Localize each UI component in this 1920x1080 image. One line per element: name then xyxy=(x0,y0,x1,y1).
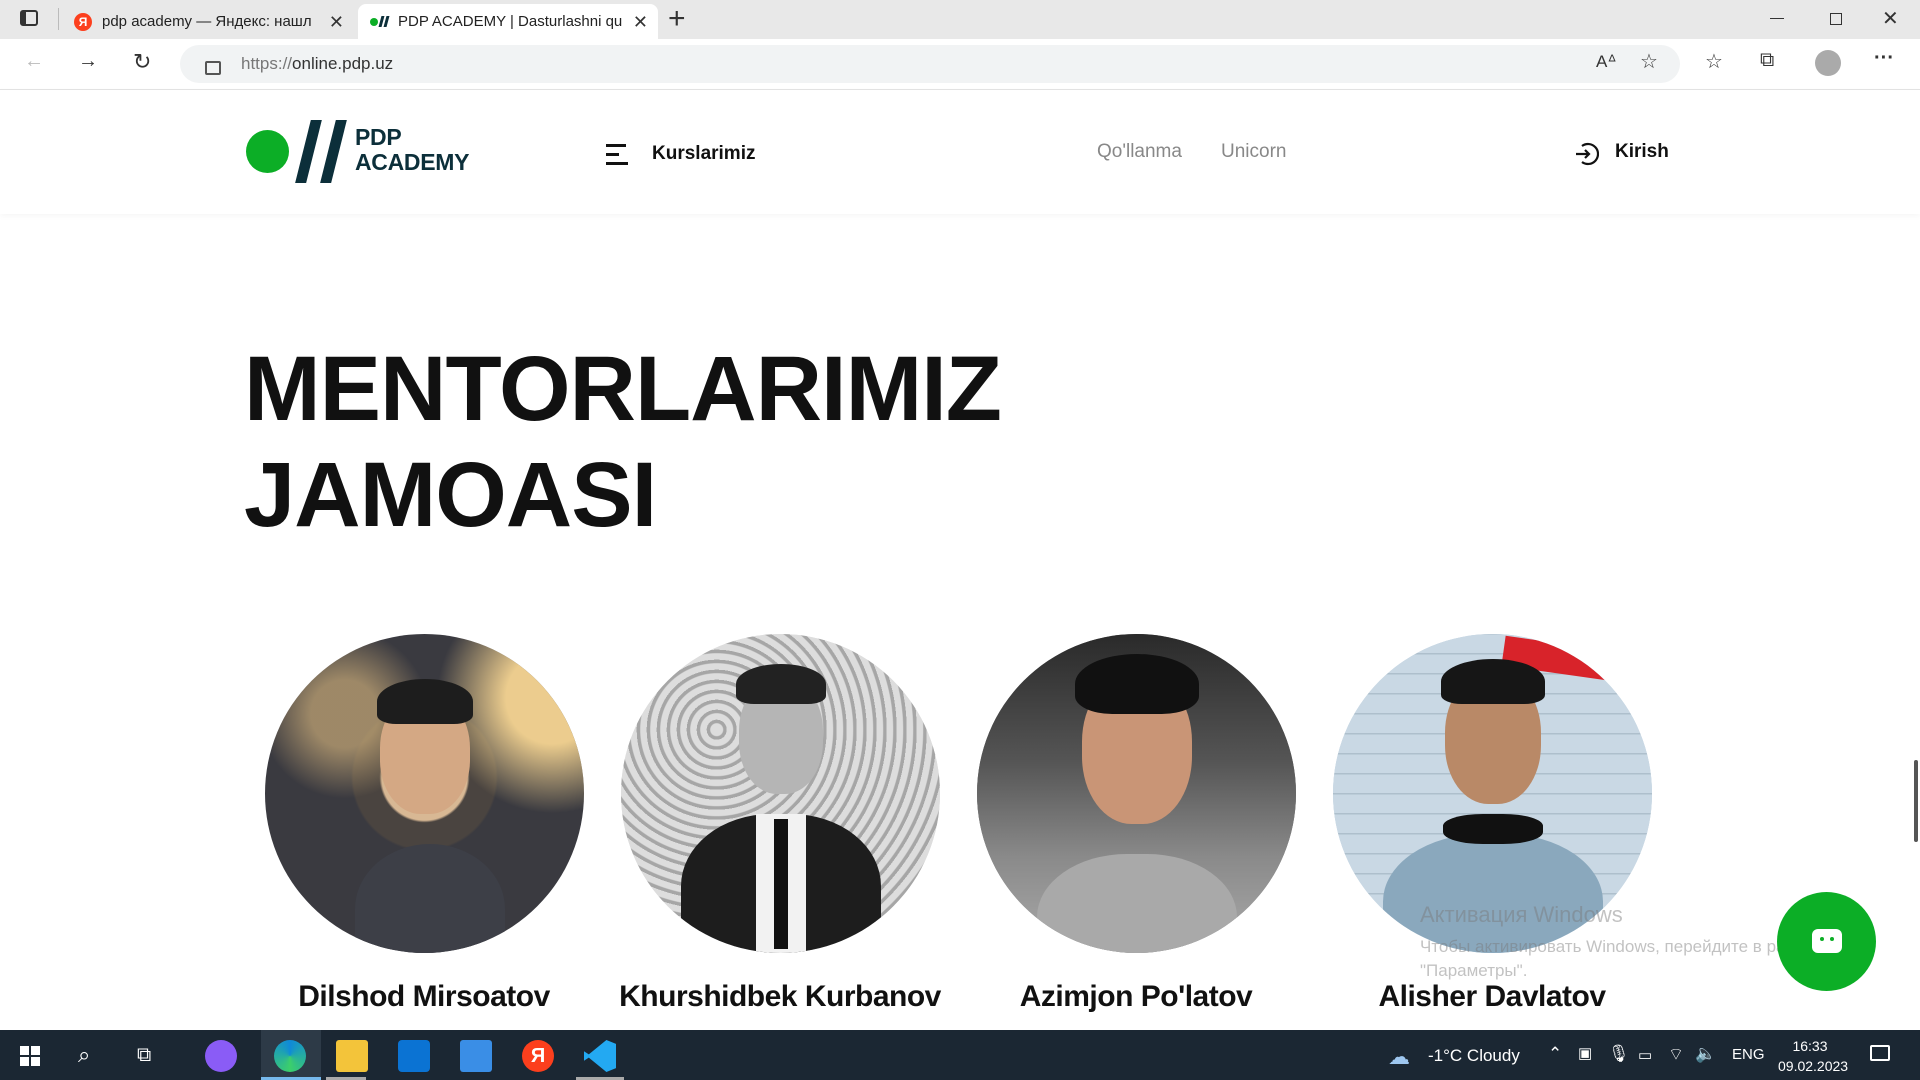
nav-unicorn-link[interactable]: Unicorn xyxy=(1221,141,1286,163)
tab-yandex[interactable]: Я pdp academy — Яндекс: нашлос ✕ xyxy=(62,4,354,39)
logo-dot[interactable] xyxy=(246,130,289,173)
yandex-browser-icon[interactable]: Я xyxy=(522,1040,554,1072)
file-explorer-icon[interactable] xyxy=(336,1040,368,1072)
url-host: online.pdp.uz xyxy=(292,54,394,73)
weather-text[interactable]: -1°C Cloudy xyxy=(1428,1046,1520,1066)
tray-chevron-icon[interactable]: ⌃ xyxy=(1548,1044,1562,1064)
login-button[interactable]: Kirish xyxy=(1615,141,1669,163)
chat-icon xyxy=(1812,929,1842,953)
restore-icon[interactable] xyxy=(1830,13,1842,25)
wifi-icon[interactable]: ⌔ xyxy=(1668,1044,1684,1065)
mentor-name: Alisher Davlatov xyxy=(1378,980,1606,1013)
task-view-icon[interactable]: ⧉ xyxy=(137,1044,151,1067)
cloud-icon[interactable]: ☁ xyxy=(1388,1044,1410,1070)
collections-icon[interactable]: ⧉ xyxy=(1760,49,1774,72)
edge-icon[interactable] xyxy=(274,1040,306,1072)
activation-watermark-title: Активация Windows xyxy=(1420,902,1623,927)
lock-icon[interactable] xyxy=(205,61,221,75)
minimize-icon[interactable] xyxy=(1770,18,1784,19)
section-title-line1: MENTORLARIMIZ xyxy=(244,338,1002,440)
forward-icon[interactable]: → xyxy=(78,50,98,73)
mail-icon[interactable] xyxy=(460,1040,492,1072)
tab-actions-icon[interactable] xyxy=(20,10,38,26)
tab-divider xyxy=(58,8,59,30)
courses-menu[interactable]: Kurslarimiz xyxy=(652,143,755,165)
close-icon[interactable]: ✕ xyxy=(329,12,344,33)
volume-icon[interactable]: 🔈 xyxy=(1695,1044,1716,1064)
pdp-favicon xyxy=(370,16,390,27)
login-icon[interactable] xyxy=(1573,141,1599,167)
clock-time: 16:33 xyxy=(1792,1038,1828,1054)
address-bar[interactable] xyxy=(180,45,1680,83)
meet-icon[interactable]: ▣ xyxy=(1578,1044,1592,1062)
tab-pdp[interactable]: PDP ACADEMY | Dasturlashni qu ✕ xyxy=(358,4,658,39)
read-aloud-icon[interactable]: Aᐞ xyxy=(1596,52,1617,72)
nav-guide-link[interactable]: Qo'llanma xyxy=(1097,141,1182,163)
section-title: MENTORLARIMIZ JAMOASI xyxy=(244,336,1002,548)
add-favorite-icon[interactable]: ☆ xyxy=(1640,49,1658,74)
store-icon[interactable] xyxy=(398,1040,430,1072)
logo-line2: ACADEMY xyxy=(355,149,470,175)
windows-start-icon[interactable] xyxy=(20,1046,40,1066)
clock-date: 09.02.2023 xyxy=(1778,1058,1849,1074)
section-title-line2: JAMOASI xyxy=(244,444,657,546)
clock[interactable]: 16:33 09.02.2023 xyxy=(1778,1036,1849,1076)
scrollbar-thumb[interactable] xyxy=(1914,760,1918,842)
back-icon[interactable]: ← xyxy=(24,50,44,73)
tab-title: PDP ACADEMY | Dasturlashni qu xyxy=(398,13,623,30)
tab-title: pdp academy — Яндекс: нашлос xyxy=(102,13,312,30)
yandex-icon: Я xyxy=(74,12,92,31)
chat-button[interactable] xyxy=(1777,892,1876,991)
mentor-photo[interactable] xyxy=(977,634,1296,953)
logo-text[interactable]: PDP ACADEMY xyxy=(355,125,469,175)
alice-icon[interactable] xyxy=(205,1040,237,1072)
battery-icon[interactable]: ▭ xyxy=(1638,1046,1652,1064)
close-icon[interactable]: ✕ xyxy=(633,12,648,33)
microphone-icon[interactable]: 🎙 xyxy=(1608,1044,1630,1064)
url-prefix: https:// xyxy=(241,54,293,73)
reload-icon[interactable]: ↻ xyxy=(133,49,151,75)
favorites-icon[interactable]: ☆ xyxy=(1705,49,1723,74)
menu-icon[interactable] xyxy=(606,144,628,171)
more-icon[interactable]: ··· xyxy=(1874,47,1894,70)
notification-icon[interactable] xyxy=(1870,1045,1890,1061)
new-tab-button[interactable]: + xyxy=(668,2,686,36)
logo-line1: PDP xyxy=(355,124,402,150)
mentor-photo[interactable] xyxy=(621,634,940,953)
language-indicator[interactable]: ENG xyxy=(1732,1046,1765,1063)
profile-avatar[interactable] xyxy=(1815,50,1841,76)
window-close-icon[interactable]: ✕ xyxy=(1882,6,1899,31)
url-text[interactable]: https://online.pdp.uz xyxy=(241,54,393,74)
search-icon[interactable]: ⌕ xyxy=(78,1042,90,1068)
mentor-photo[interactable] xyxy=(265,634,584,953)
